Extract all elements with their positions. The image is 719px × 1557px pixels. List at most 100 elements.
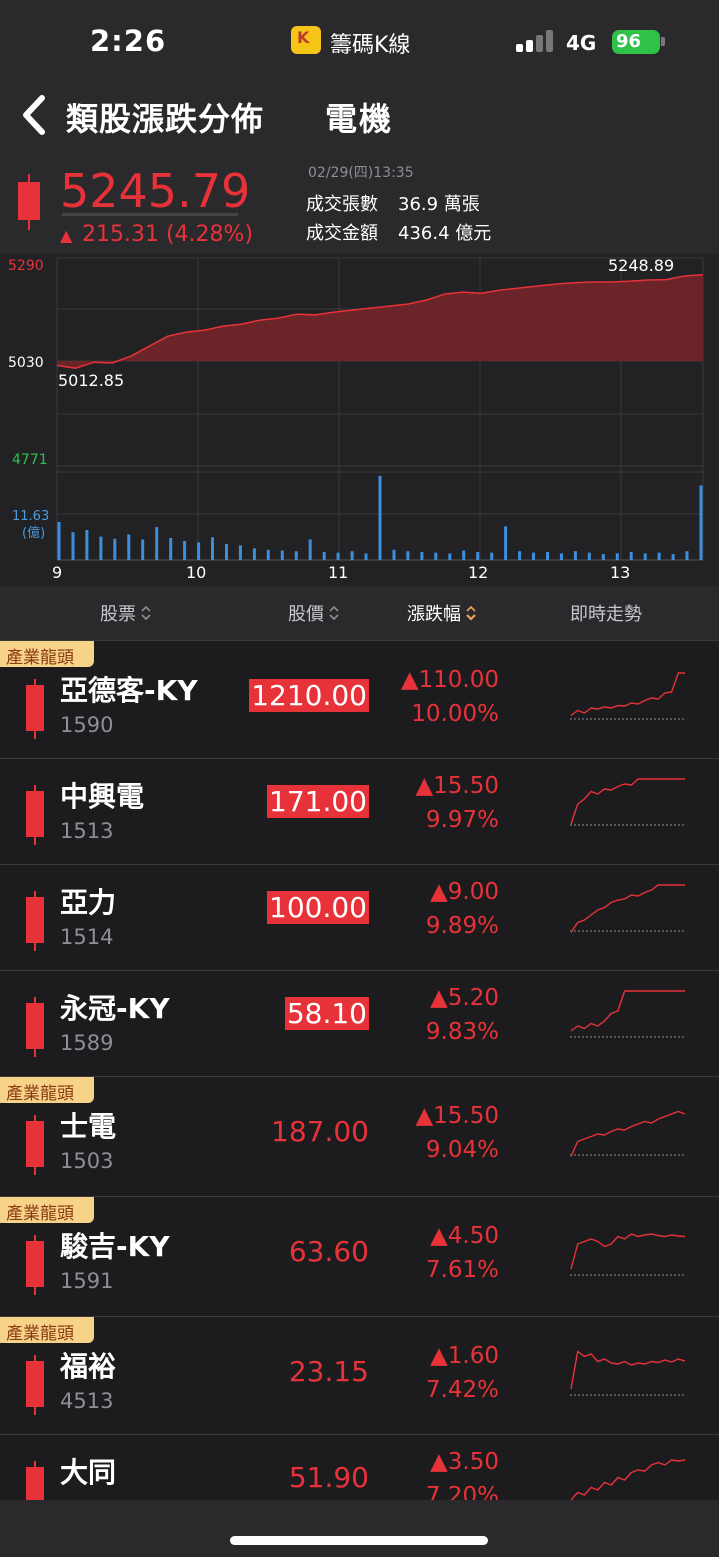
up-triangle-icon: ▲ xyxy=(60,226,73,245)
column-change-label: 漲跌幅 xyxy=(407,604,461,625)
x-tick-10: 10 xyxy=(186,563,206,582)
y-tick-label-high: 5290 xyxy=(8,258,44,274)
stock-name: 中興電 xyxy=(60,780,145,813)
page-header: 類股漲跌分佈 電機 xyxy=(0,80,719,158)
column-stock[interactable]: 股票 xyxy=(100,600,152,626)
volume-bar xyxy=(546,552,549,560)
sparkline-chart xyxy=(570,884,686,933)
sort-icon xyxy=(141,605,151,621)
amount-label: 成交金額 xyxy=(306,223,378,244)
percent-change: 10.00% xyxy=(411,701,499,727)
stock-row[interactable]: 永冠-KY 1589 58.10 ▲5.20 9.83% xyxy=(0,970,719,1076)
volume-bar xyxy=(238,545,242,560)
sparkline-line xyxy=(570,1233,686,1270)
percent-change: 9.83% xyxy=(425,1019,499,1045)
column-trend[interactable]: 即時走勢 xyxy=(570,600,642,626)
column-trend-label: 即時走勢 xyxy=(570,604,642,625)
battery-level: 96 xyxy=(616,31,642,52)
volume-bar xyxy=(406,551,410,560)
back-arrow-icon[interactable] xyxy=(14,92,60,138)
amount-value: 436.4 億元 xyxy=(398,223,492,244)
stock-name: 永冠-KY xyxy=(60,992,170,1025)
sparkline-line xyxy=(570,884,685,933)
stock-row[interactable]: 大同 51.90 ▲3.50 7.20% xyxy=(0,1434,719,1500)
volume-bar xyxy=(57,522,61,560)
price-change: ▲1.60 xyxy=(430,1343,499,1369)
volume-bar xyxy=(392,549,396,560)
volume-bar xyxy=(559,553,563,560)
candlestick-icon xyxy=(26,891,44,961)
divider xyxy=(62,213,238,216)
y-tick-label-mid: 5030 xyxy=(8,355,44,371)
stock-price: 1210.00 xyxy=(249,679,369,712)
industry-leader-badge: 產業龍頭 xyxy=(0,1197,94,1224)
stock-row[interactable]: 產業龍頭 亞德客-KY 1590 1210.00 ▲110.00 10.00% xyxy=(0,640,719,758)
stock-name: 駿吉-KY xyxy=(60,1230,170,1263)
sort-active-icon xyxy=(466,605,476,621)
volume-bar xyxy=(252,548,256,560)
volume-max-label: 11.63 xyxy=(12,509,49,524)
volume-bar xyxy=(336,552,340,560)
column-price[interactable]: 股價 xyxy=(288,600,340,626)
price-change: ▲4.50 xyxy=(430,1223,499,1249)
volume-bar xyxy=(643,553,647,560)
stock-list[interactable]: 產業龍頭 亞德客-KY 1590 1210.00 ▲110.00 10.00% 中興電 1… xyxy=(0,640,719,1500)
industry-leader-badge: 產業龍頭 xyxy=(0,1317,94,1344)
volume-bar xyxy=(308,539,312,560)
sparkline-chart xyxy=(570,1350,686,1396)
volume-bar xyxy=(490,552,494,560)
volume-bar xyxy=(671,554,675,560)
volume-bar xyxy=(155,527,159,560)
high-price-label: 5248.89 xyxy=(608,256,674,275)
volume-value: 36.9 萬張 xyxy=(398,194,480,215)
percent-change: 9.89% xyxy=(425,913,499,939)
percent-change: 7.42% xyxy=(425,1377,499,1403)
sparkline-line xyxy=(570,1459,686,1500)
battery-icon: 96 xyxy=(612,30,660,54)
stock-row[interactable]: 產業龍頭 士電 1503 187.00 ▲15.50 9.04% xyxy=(0,1076,719,1196)
x-tick-9: 9 xyxy=(52,563,62,582)
volume-bar xyxy=(183,541,187,560)
sparkline-chart xyxy=(570,1459,686,1500)
stock-row[interactable]: 產業龍頭 福裕 4513 23.15 ▲1.60 7.42% xyxy=(0,1316,719,1434)
candlestick-icon xyxy=(26,1461,44,1500)
intraday-chart[interactable]: 5290 5030 4771 5248.89 5012.85 11.63 (億)… xyxy=(0,254,719,586)
y-tick-label-low: 4771 xyxy=(12,452,48,468)
stock-row[interactable]: 產業龍頭 駿吉-KY 1591 63.60 ▲4.50 7.61% xyxy=(0,1196,719,1316)
sparkline-chart xyxy=(570,990,686,1038)
sparkline-line xyxy=(570,1350,686,1390)
candlestick-icon xyxy=(26,1235,44,1305)
sort-icon xyxy=(329,605,339,621)
column-stock-label: 股票 xyxy=(100,604,136,625)
app-logo-icon: K xyxy=(291,26,321,54)
stock-row[interactable]: 亞力 1514 100.00 ▲9.00 9.89% xyxy=(0,864,719,970)
volume-bar xyxy=(225,543,228,560)
stock-name: 大同 xyxy=(60,1456,117,1489)
stock-code: 1513 xyxy=(60,819,114,843)
stock-code: 1514 xyxy=(60,925,114,949)
volume-bar xyxy=(532,552,535,560)
candlestick-icon xyxy=(18,174,40,230)
volume-bar xyxy=(350,551,354,560)
volume-bar xyxy=(518,551,522,560)
home-indicator[interactable] xyxy=(230,1536,488,1545)
sparkline-line xyxy=(570,672,685,717)
volume-bar xyxy=(587,552,591,560)
price-area xyxy=(57,274,703,369)
stock-price: 51.90 xyxy=(288,1461,369,1494)
signal-icon xyxy=(516,30,556,52)
volume-bar xyxy=(685,551,689,560)
volume-unit-label: (億) xyxy=(22,525,45,541)
volume-bar xyxy=(699,485,703,560)
stock-name: 亞力 xyxy=(60,886,117,919)
low-price-label: 5012.85 xyxy=(58,371,124,390)
column-change[interactable]: 漲跌幅 xyxy=(407,600,477,626)
sparkline-chart xyxy=(570,1110,686,1157)
page-title: 類股漲跌分佈 xyxy=(66,100,265,138)
chart-svg: 5290 5030 4771 5248.89 5012.85 11.63 (億)… xyxy=(8,256,704,582)
x-tick-13: 13 xyxy=(610,563,630,582)
volume-bar xyxy=(294,551,298,560)
stock-row[interactable]: 中興電 1513 171.00 ▲15.50 9.97% xyxy=(0,758,719,864)
stock-price: 58.10 xyxy=(284,997,369,1030)
volume-bar xyxy=(71,532,75,560)
